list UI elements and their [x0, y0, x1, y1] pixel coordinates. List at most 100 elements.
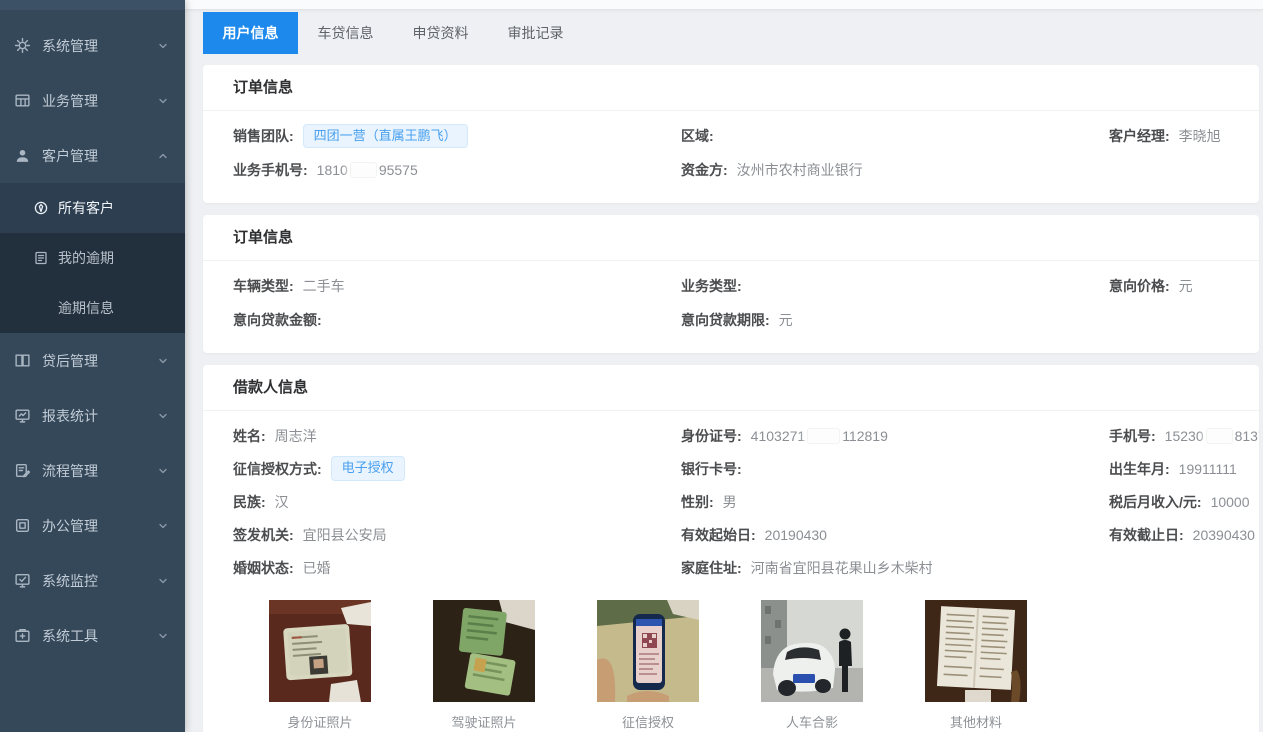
sidebar-subitem-overdue-info[interactable]: 逾期信息 [0, 283, 185, 333]
sidebar-subitem-label: 我的逾期 [58, 248, 114, 268]
sidebar-item-label: 流程管理 [42, 461, 98, 481]
mobile-label: 手机号: [1109, 426, 1156, 446]
bank-card-label: 银行卡号: [681, 459, 742, 479]
square-in-square-icon [14, 517, 31, 534]
ethnicity-label: 民族: [233, 492, 266, 512]
region-label: 区域: [681, 126, 714, 146]
top-header-strip [185, 0, 1263, 10]
monthly-income-value: 10000 [1211, 494, 1250, 510]
valid-to-value: 20390430 [1193, 527, 1255, 543]
chevron-down-icon [157, 410, 169, 422]
valid-from-value: 20190430 [765, 527, 827, 543]
sidebar-item-label: 办公管理 [42, 516, 98, 536]
sidebar-top-strip [0, 0, 185, 10]
customer-manager-label: 客户经理: [1109, 126, 1170, 146]
chevron-down-icon [157, 355, 169, 367]
user-icon [14, 147, 31, 164]
tab-loan-application-materials[interactable]: 申贷资料 [393, 12, 488, 54]
borrower-info-card: 借款人信息 姓名: 周志洋 身份证号: 4103271112819 手机号: 1… [203, 365, 1259, 732]
order-info-card: 订单信息 销售团队: 四团一营（直属王鹏飞） 区域: 客户经理: 李晓旭 业务手 [203, 65, 1259, 203]
credit-auth-qr-photo[interactable] [597, 600, 699, 702]
photo-label: 征信授权 [622, 712, 674, 731]
sidebar-item-label: 系统监控 [42, 571, 98, 591]
loan-amount-label: 意向贷款金额: [233, 310, 322, 330]
intent-price-value: 元 [1179, 276, 1193, 296]
birth-date-value: 19911111 [1179, 461, 1237, 477]
sidebar-subitem-all-customers[interactable]: 所有客户 [0, 183, 185, 233]
screen-check-icon [14, 572, 31, 589]
photo-label: 人车合影 [786, 712, 838, 731]
sidebar-item-post-loan-management[interactable]: 贷后管理 [0, 333, 185, 388]
sidebar-item-business-management[interactable]: 业务管理 [0, 73, 185, 128]
chevron-down-icon [157, 40, 169, 52]
tab-user-info[interactable]: 用户信息 [203, 12, 298, 54]
other-document-photo[interactable] [925, 600, 1027, 702]
gear-icon [14, 37, 31, 54]
id-card-photo[interactable] [269, 600, 371, 702]
clipboard-pen-icon [14, 462, 31, 479]
chevron-down-icon [157, 630, 169, 642]
sales-team-label: 销售团队: [233, 126, 294, 146]
marital-status-label: 婚姻状态: [233, 558, 294, 578]
sidebar-item-system-monitor[interactable]: 系统监控 [0, 553, 185, 608]
book-icon [14, 352, 31, 369]
gender-value: 男 [723, 492, 737, 512]
sidebar-subitem-label: 所有客户 [58, 198, 114, 218]
sidebar-item-office-management[interactable]: 办公管理 [0, 498, 185, 553]
photo-label: 其他材料 [950, 712, 1002, 731]
loan-term-value: 元 [779, 310, 793, 330]
customer-management-submenu: 所有客户 我的逾期 逾期信息 [0, 183, 185, 333]
document-photo-row: 身份证照片 [233, 600, 1259, 731]
sidebar-item-system-management[interactable]: 系统管理 [0, 18, 185, 73]
business-phone-label: 业务手机号: [233, 160, 308, 180]
valid-to-label: 有效截止日: [1109, 525, 1184, 545]
vehicle-type-value: 二手车 [303, 276, 345, 296]
credit-auth-tag[interactable]: 电子授权 [331, 456, 405, 480]
chevron-down-icon [157, 95, 169, 107]
mobile-value: 152308137 [1165, 428, 1259, 444]
sidebar-item-process-management[interactable]: 流程管理 [0, 443, 185, 498]
sidebar-item-system-tools[interactable]: 系统工具 [0, 608, 185, 663]
toolbox-icon [14, 627, 31, 644]
business-phone-value: 181095575 [317, 162, 418, 178]
sidebar-item-customer-management[interactable]: 客户管理 [0, 128, 185, 183]
sales-team-tag[interactable]: 四团一营（直属王鹏飞） [303, 124, 468, 148]
id-number-value: 4103271112819 [751, 428, 888, 444]
redaction-blur [807, 428, 840, 444]
license-photo[interactable] [433, 600, 535, 702]
vehicle-type-label: 车辆类型: [233, 276, 294, 296]
tab-bar: 用户信息 车贷信息 申贷资料 审批记录 [203, 12, 1263, 54]
monthly-income-label: 税后月收入/元: [1109, 492, 1202, 512]
compass-icon [33, 200, 49, 216]
sidebar: 系统管理 业务管理 客户管理 [0, 0, 185, 732]
ethnicity-value: 汉 [275, 492, 289, 512]
loan-term-label: 意向贷款期限: [681, 310, 770, 330]
sidebar-subitem-my-overdue[interactable]: 我的逾期 [0, 233, 185, 283]
sidebar-subitem-label: 逾期信息 [58, 298, 114, 318]
photo-label: 身份证照片 [287, 712, 352, 731]
loan-intent-card: 订单信息 车辆类型: 二手车 业务类型: 意向价格: 元 意向贷款金额: [203, 215, 1259, 353]
tab-car-loan-info[interactable]: 车贷信息 [298, 12, 393, 54]
sidebar-item-report-statistics[interactable]: 报表统计 [0, 388, 185, 443]
funder-value: 汝州市农村商业银行 [737, 160, 863, 180]
business-type-label: 业务类型: [681, 276, 742, 296]
redaction-blur [350, 162, 377, 178]
main-content: 用户信息 车贷信息 申贷资料 审批记录 订单信息 销售团队: 四团一营（直属王鹏… [185, 0, 1263, 732]
card-title: 订单信息 [203, 65, 1259, 111]
funder-label: 资金方: [681, 160, 728, 180]
person-car-photo[interactable] [761, 600, 863, 702]
birth-date-label: 出生年月: [1109, 459, 1170, 479]
sidebar-item-label: 业务管理 [42, 91, 98, 111]
sidebar-item-label: 系统管理 [42, 36, 98, 56]
grid-icon [14, 92, 31, 109]
marital-status-value: 已婚 [303, 558, 331, 578]
sidebar-item-label: 贷后管理 [42, 351, 98, 371]
home-address-label: 家庭住址: [681, 558, 742, 578]
redaction-blur [1206, 428, 1233, 444]
photo-label: 驾驶证照片 [451, 712, 516, 731]
sidebar-item-label: 客户管理 [42, 146, 98, 166]
chevron-down-icon [157, 520, 169, 532]
home-address-value: 河南省宜阳县花果山乡木柴村 [751, 558, 933, 578]
sidebar-item-label: 报表统计 [42, 406, 98, 426]
tab-approval-records[interactable]: 审批记录 [488, 12, 583, 54]
